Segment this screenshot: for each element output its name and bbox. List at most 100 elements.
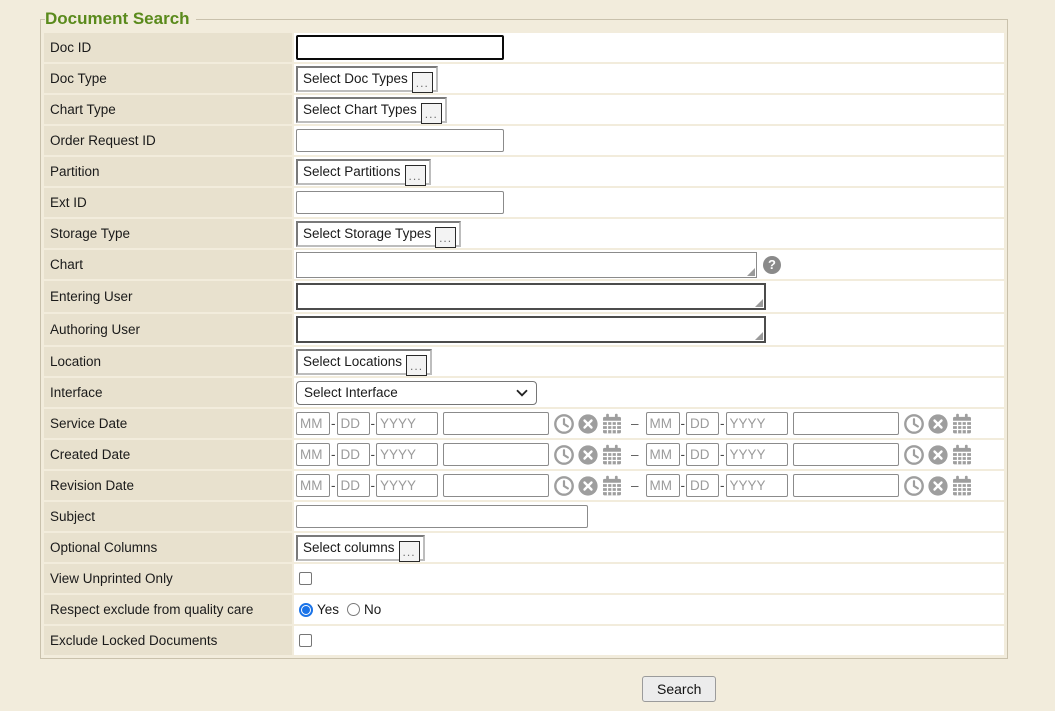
clock-icon[interactable]: [553, 444, 575, 466]
row-subject: Subject: [44, 502, 1004, 531]
respect-exclude-no-label: No: [364, 602, 381, 617]
clear-icon[interactable]: [927, 475, 949, 497]
row-interface: Interface Select Interface: [44, 378, 1004, 407]
created-date-to-year-input[interactable]: [726, 443, 788, 466]
date-separator: -: [371, 416, 376, 431]
entering-user-textarea[interactable]: [296, 283, 766, 310]
revision-date-to-year-input[interactable]: [726, 474, 788, 497]
order-request-id-label: Order Request ID: [44, 126, 292, 155]
optional-columns-browse-button[interactable]: ...: [399, 541, 420, 562]
authoring-user-textarea[interactable]: [296, 316, 766, 343]
resize-handle[interactable]: [755, 332, 763, 340]
calendar-icon[interactable]: [601, 475, 623, 497]
storage-type-browse-button[interactable]: ...: [435, 227, 456, 248]
service-date-from-year-input[interactable]: [376, 412, 438, 435]
respect-exclude-yes-radio[interactable]: [299, 603, 313, 617]
revision-date-to-time-input[interactable]: [793, 474, 899, 497]
revision-date-to-day-input[interactable]: [686, 474, 719, 497]
row-authoring-user: Authoring User: [44, 314, 1004, 345]
resize-handle[interactable]: [755, 299, 763, 307]
clear-icon[interactable]: [927, 444, 949, 466]
service-date-from-time-input[interactable]: [443, 412, 549, 435]
ext-id-input[interactable]: [296, 191, 504, 214]
clear-icon[interactable]: [577, 444, 599, 466]
clear-icon[interactable]: [927, 413, 949, 435]
entering-user-label: Entering User: [44, 281, 292, 312]
revision-date-from-month-input[interactable]: [296, 474, 330, 497]
radio-dot: [302, 606, 310, 614]
calendar-icon[interactable]: [601, 444, 623, 466]
created-date-from-day-input[interactable]: [337, 443, 370, 466]
service-date-to-time-input[interactable]: [793, 412, 899, 435]
row-order-request-id: Order Request ID: [44, 126, 1004, 155]
calendar-icon[interactable]: [951, 475, 973, 497]
created-date-from-month-input[interactable]: [296, 443, 330, 466]
resize-handle[interactable]: [747, 268, 755, 276]
service-date-from-month-input[interactable]: [296, 412, 330, 435]
location-picker[interactable]: Select Locations ...: [296, 349, 432, 375]
revision-date-from-year-input[interactable]: [376, 474, 438, 497]
date-separator: -: [681, 478, 686, 493]
panel-title: Document Search: [45, 9, 196, 29]
calendar-icon[interactable]: [951, 444, 973, 466]
row-created-date: Created Date - - – - -: [44, 440, 1004, 469]
doc-type-picker-text: Select Doc Types: [303, 71, 408, 86]
service-date-to-year-input[interactable]: [726, 412, 788, 435]
subject-input[interactable]: [296, 505, 588, 528]
interface-selected-value: Select Interface: [304, 385, 398, 400]
service-date-from-day-input[interactable]: [337, 412, 370, 435]
chart-textarea[interactable]: [296, 252, 757, 278]
clear-icon[interactable]: [577, 475, 599, 497]
chart-type-browse-button[interactable]: ...: [421, 103, 442, 124]
created-date-to-time-input[interactable]: [793, 443, 899, 466]
search-button[interactable]: Search: [642, 676, 716, 702]
location-picker-text: Select Locations: [303, 354, 402, 369]
doc-type-browse-button[interactable]: ...: [412, 72, 433, 93]
revision-date-to-month-input[interactable]: [646, 474, 680, 497]
respect-exclude-no-radio[interactable]: [347, 603, 360, 616]
clock-icon[interactable]: [903, 475, 925, 497]
clock-icon[interactable]: [553, 475, 575, 497]
respect-exclude-yes-label: Yes: [317, 602, 339, 617]
row-storage-type: Storage Type Select Storage Types ...: [44, 219, 1004, 248]
chart-type-picker[interactable]: Select Chart Types ...: [296, 97, 447, 123]
created-date-to-month-input[interactable]: [646, 443, 680, 466]
doc-id-input[interactable]: [296, 35, 504, 60]
location-browse-button[interactable]: ...: [406, 355, 427, 376]
partition-label: Partition: [44, 157, 292, 186]
created-date-label: Created Date: [44, 440, 292, 469]
row-service-date: Service Date - - – - -: [44, 409, 1004, 438]
authoring-user-label: Authoring User: [44, 314, 292, 345]
view-unprinted-only-checkbox[interactable]: [299, 572, 312, 585]
date-separator: -: [331, 416, 336, 431]
created-date-from-year-input[interactable]: [376, 443, 438, 466]
storage-type-picker[interactable]: Select Storage Types ...: [296, 221, 461, 247]
optional-columns-picker[interactable]: Select columns ...: [296, 535, 425, 561]
respect-exclude-label: Respect exclude from quality care: [44, 595, 292, 624]
revision-date-from-day-input[interactable]: [337, 474, 370, 497]
clock-icon[interactable]: [553, 413, 575, 435]
order-request-id-input[interactable]: [296, 129, 504, 152]
date-separator: -: [371, 447, 376, 462]
calendar-icon[interactable]: [601, 413, 623, 435]
view-unprinted-only-label: View Unprinted Only: [44, 564, 292, 593]
service-date-to-month-input[interactable]: [646, 412, 680, 435]
partition-picker-text: Select Partitions: [303, 164, 401, 179]
partition-browse-button[interactable]: ...: [405, 165, 426, 186]
created-date-to-day-input[interactable]: [686, 443, 719, 466]
calendar-icon[interactable]: [951, 413, 973, 435]
help-icon[interactable]: ?: [763, 256, 781, 274]
ext-id-label: Ext ID: [44, 188, 292, 217]
interface-label: Interface: [44, 378, 292, 407]
exclude-locked-checkbox[interactable]: [299, 634, 312, 647]
clock-icon[interactable]: [903, 444, 925, 466]
service-date-label: Service Date: [44, 409, 292, 438]
revision-date-from-time-input[interactable]: [443, 474, 549, 497]
created-date-from-time-input[interactable]: [443, 443, 549, 466]
doc-type-picker[interactable]: Select Doc Types ...: [296, 66, 438, 92]
clock-icon[interactable]: [903, 413, 925, 435]
partition-picker[interactable]: Select Partitions ...: [296, 159, 431, 185]
interface-select[interactable]: Select Interface: [296, 381, 537, 405]
service-date-to-day-input[interactable]: [686, 412, 719, 435]
clear-icon[interactable]: [577, 413, 599, 435]
